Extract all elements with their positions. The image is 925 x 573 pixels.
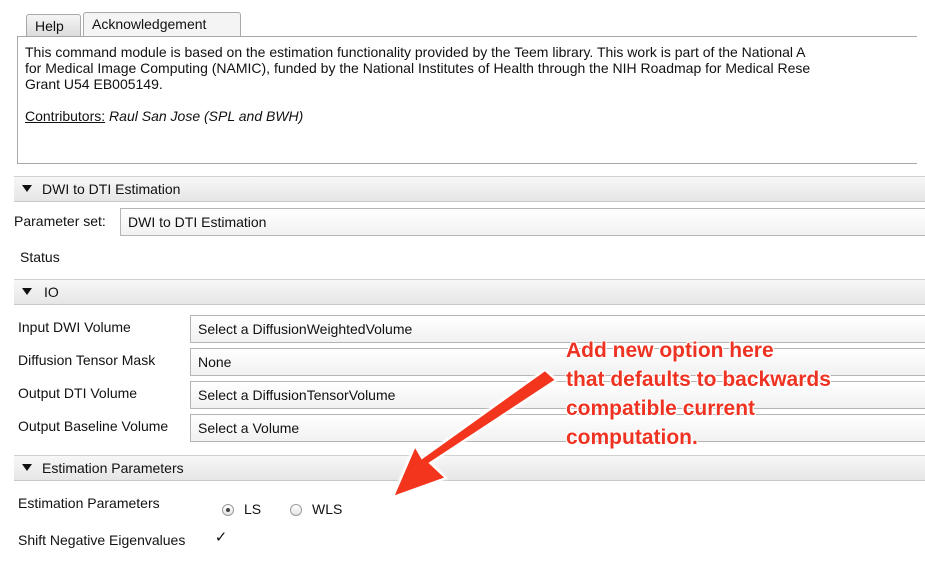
annotation-line-3: compatible current bbox=[566, 397, 756, 420]
annotation-line-4: computation. bbox=[566, 426, 698, 449]
annotation-line-1: Add new option here bbox=[566, 339, 774, 362]
annotation-line-2: that defaults to backwards bbox=[566, 368, 831, 391]
annotation-text: Add new option here that defaults to bac… bbox=[566, 336, 906, 452]
annotation-arrow bbox=[391, 368, 558, 499]
arrow-shape bbox=[391, 368, 558, 499]
